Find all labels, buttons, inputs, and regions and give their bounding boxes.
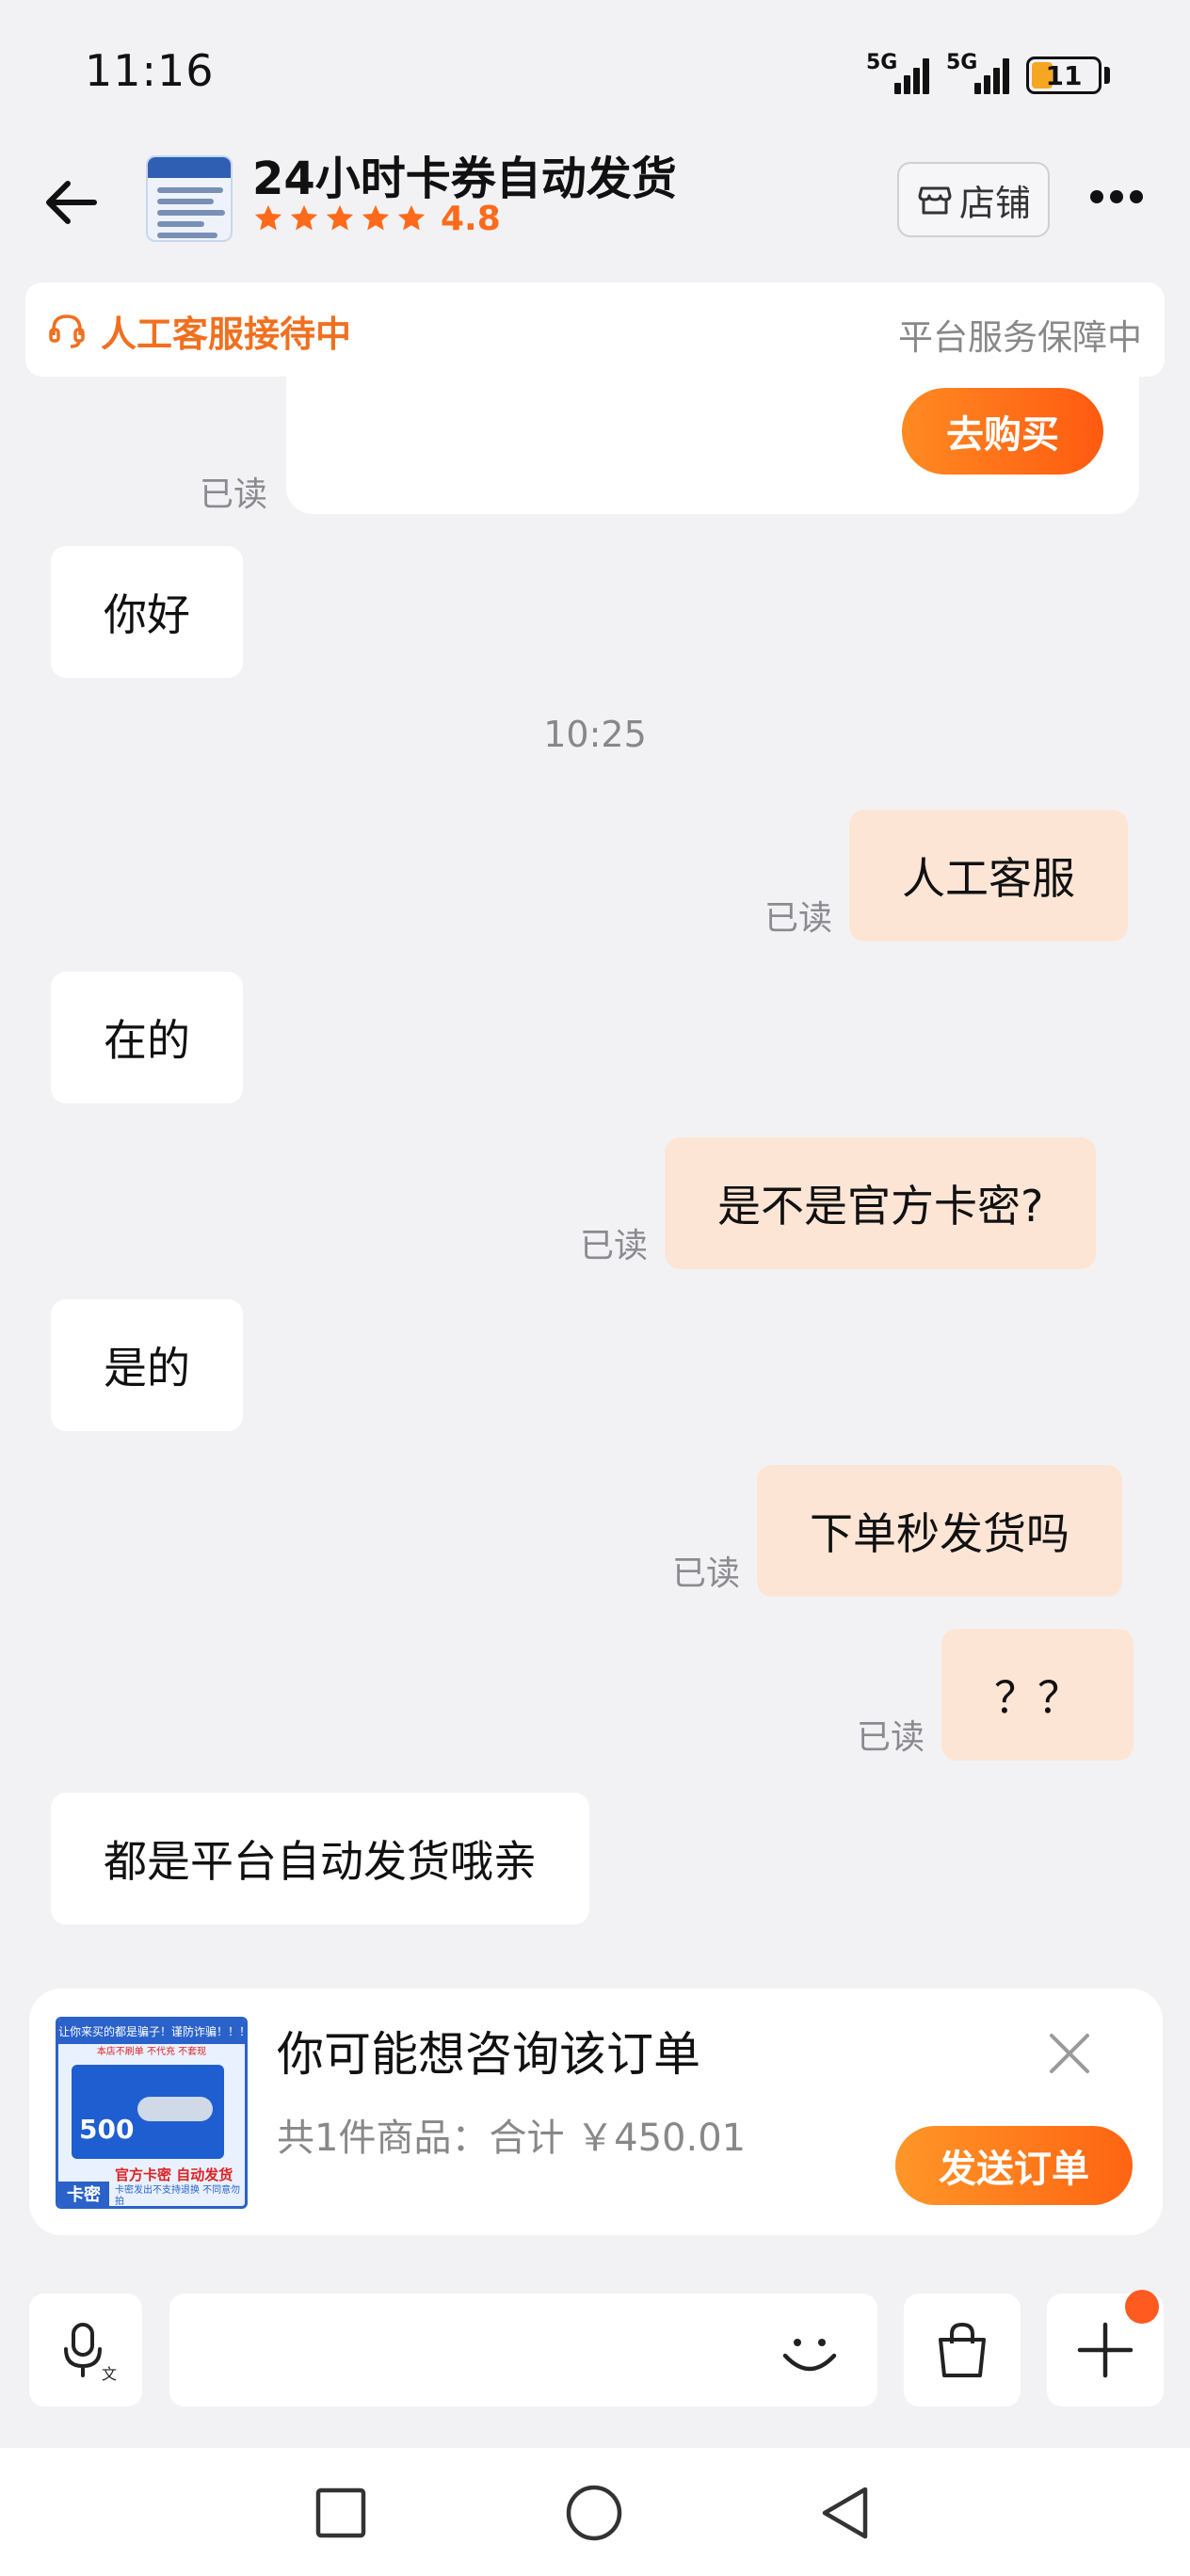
close-icon	[1050, 2034, 1089, 2073]
star-icon	[326, 204, 354, 231]
service-status: 人工客服接待中	[46, 305, 351, 357]
chat-header: 24小时卡券自动发货 4.8 店铺	[0, 141, 1190, 268]
shopping-bag-button[interactable]	[904, 2294, 1021, 2407]
notification-dot	[1125, 2290, 1159, 2324]
message-outgoing: ？？	[941, 1629, 1134, 1761]
shopping-bag-icon	[939, 2322, 986, 2377]
plus-icon	[1077, 2322, 1134, 2378]
order-thumbnail[interactable]: 让你来买的都是骗子！谨防诈骗！！！ 本店不刷单 不代充 不套现 500 官方卡密…	[56, 2017, 248, 2209]
read-receipt: 已读	[200, 475, 268, 514]
store-icon	[918, 186, 952, 215]
shop-avatar[interactable]	[146, 155, 233, 242]
battery-icon: 11	[1026, 56, 1102, 94]
chat-messages[interactable]: 去购买 已读 你好 10:25 已读 人工客服 在的 已读 是不是官方卡密? 是…	[0, 377, 1190, 1958]
message-incoming: 你好	[51, 546, 243, 678]
smile-icon	[782, 2339, 837, 2372]
headset-icon	[49, 314, 85, 348]
service-banner: 人工客服接待中 平台服务保障中	[25, 282, 1165, 377]
shop-rating: 4.8	[252, 198, 501, 239]
store-button[interactable]: 店铺	[897, 162, 1050, 237]
svg-text:文: 文	[102, 2365, 117, 2383]
read-receipt: 已读	[672, 1554, 741, 1593]
order-summary: 共1件商品：合计 ￥450.01	[277, 2117, 747, 2160]
circle-icon	[566, 2485, 622, 2541]
arrow-left-icon	[46, 181, 97, 224]
message-outgoing: 是不是官方卡密?	[665, 1137, 1097, 1269]
status-bar: 11:16 5G 5G 11	[0, 0, 1190, 141]
service-status-label: 人工客服接待中	[101, 314, 352, 355]
rating-value: 4.8	[441, 199, 501, 238]
gift-card-image: 500	[72, 2065, 224, 2159]
product-card: 去购买	[286, 377, 1139, 514]
read-receipt: 已读	[857, 1718, 925, 1757]
send-order-button[interactable]: 发送订单	[895, 2126, 1133, 2205]
recents-button[interactable]	[308, 2480, 374, 2546]
star-icon	[397, 204, 426, 231]
signal-icon: 5G	[866, 51, 936, 94]
message-outgoing: 下单秒发货吗	[757, 1465, 1122, 1597]
star-icon	[254, 204, 282, 231]
service-guarantee: 平台服务保障中	[898, 317, 1142, 358]
back-nav-button[interactable]	[813, 2480, 879, 2546]
back-button[interactable]	[38, 169, 113, 235]
message-incoming: 在的	[51, 972, 243, 1103]
time-separator: 10:25	[543, 714, 647, 755]
message-incoming: 都是平台自动发货哦亲	[51, 1793, 589, 1924]
store-label: 店铺	[958, 182, 1031, 224]
read-receipt: 已读	[580, 1227, 649, 1265]
close-button[interactable]	[1046, 2030, 1093, 2077]
message-outgoing: 人工客服	[849, 810, 1128, 942]
more-button[interactable]	[1083, 179, 1150, 217]
status-time: 11:16	[85, 45, 215, 96]
triangle-back-icon	[822, 2487, 868, 2539]
message-incoming: 是的	[51, 1299, 243, 1431]
signal-icon-2: 5G	[946, 51, 1016, 94]
system-nav-bar	[0, 2448, 1190, 2576]
input-bar: 文	[0, 2278, 1190, 2410]
read-receipt: 已读	[764, 899, 833, 938]
home-button[interactable]	[561, 2480, 627, 2546]
microphone-icon: 文	[64, 2323, 117, 2383]
voice-button[interactable]: 文	[29, 2294, 142, 2407]
battery-tip	[1104, 67, 1110, 84]
square-icon	[315, 2487, 366, 2538]
order-title: 你可能想咨询该订单	[277, 2027, 700, 2082]
star-icon	[362, 204, 390, 231]
order-suggestion-card[interactable]: 让你来买的都是骗子！谨防诈骗！！！ 本店不刷单 不代充 不套现 500 官方卡密…	[29, 1988, 1163, 2235]
battery-level: 11	[1045, 60, 1083, 91]
emoji-button[interactable]	[772, 2316, 847, 2391]
buy-button[interactable]: 去购买	[902, 388, 1103, 475]
star-icon	[290, 204, 318, 231]
